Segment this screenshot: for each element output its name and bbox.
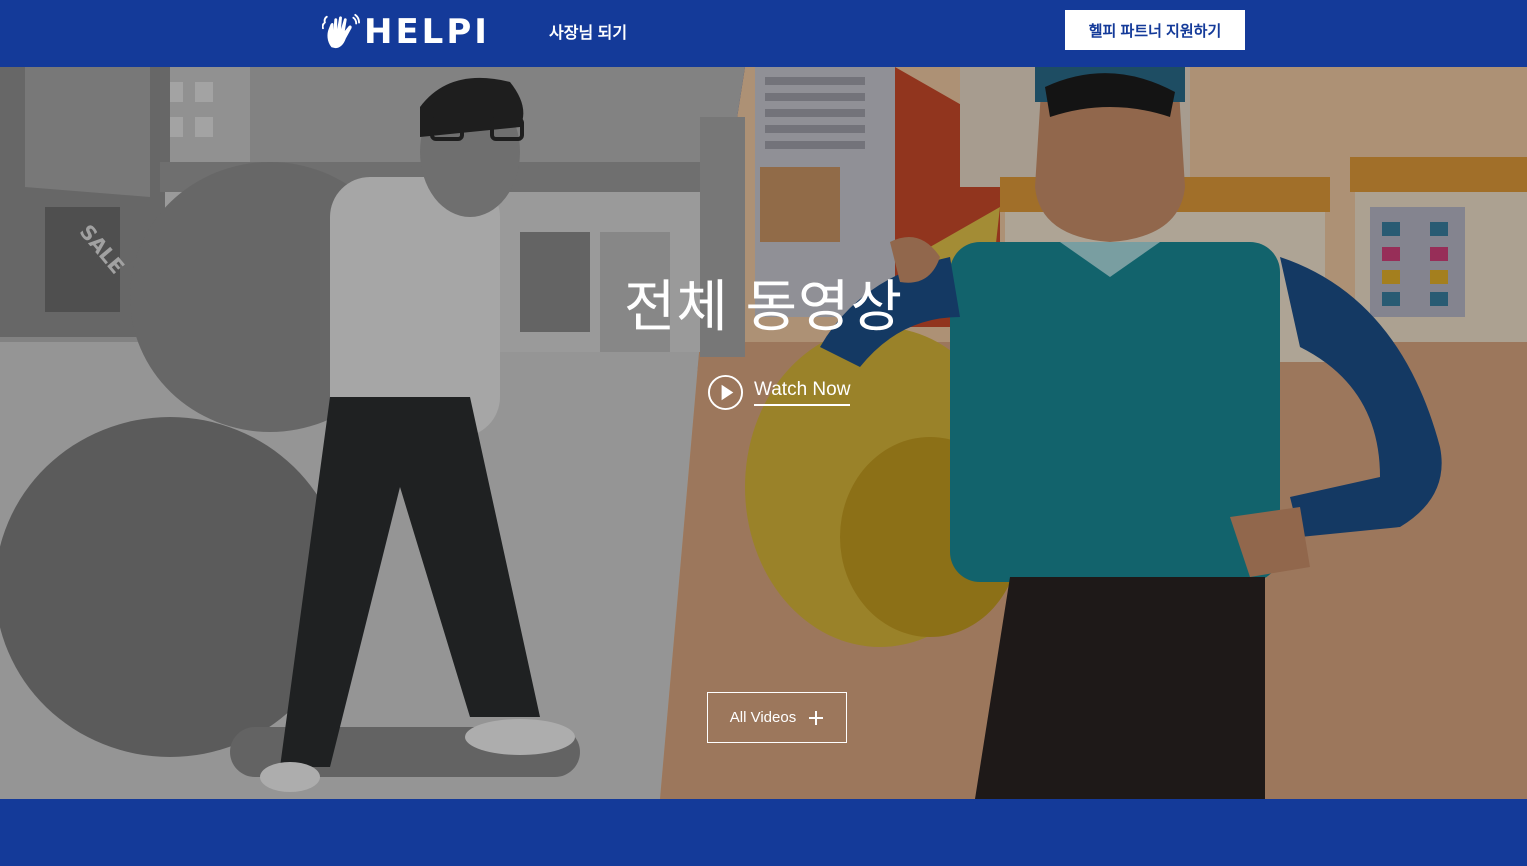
apply-partner-button[interactable]: 헬피 파트너 지원하기 [1065,10,1245,50]
page: HELPI 사장님 되기 헬피 파트너 지원하기 SALE 전체 동영상 Wat… [0,0,1527,866]
watch-now-link[interactable]: Watch Now [707,373,851,411]
play-circle-icon [707,374,744,410]
nav-become-owner-link[interactable]: 사장님 되기 [549,22,627,46]
all-videos-label: All Videos [729,709,797,726]
hero-title: 전체 동영상 [623,275,904,338]
bottom-brand-band [0,799,1527,866]
watch-now-label: Watch Now [754,378,851,406]
top-navbar: HELPI 사장님 되기 헬피 파트너 지원하기 [0,0,1527,67]
plus-icon [809,710,824,725]
hero-section: SALE 전체 동영상 Watch Now All Videos [0,67,1527,799]
logo-home-link[interactable]: HELPI [322,12,490,52]
waving-hand-icon [322,13,360,49]
all-videos-button[interactable]: All Videos [707,692,847,743]
logo-text: HELPI [364,12,490,52]
hero-dim-overlay [0,67,1527,799]
